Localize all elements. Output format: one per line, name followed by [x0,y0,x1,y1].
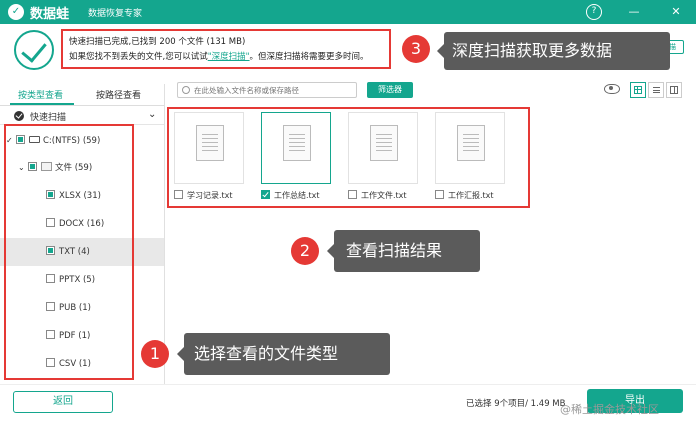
scan-complete-check-icon [14,30,54,70]
watermark: @稀土掘金技术社区 [560,403,659,416]
quick-scan-row[interactable]: 快速扫描 ⌄ [0,107,164,125]
tree-item-drive[interactable]: ✓ C:(NTFS) (59) [6,132,100,150]
tab-by-path[interactable]: 按路径查看 [96,88,141,101]
filter-button[interactable]: 筛选器 [367,82,413,98]
checkbox[interactable] [435,190,444,199]
text-file-icon [196,125,224,161]
deep-scan-link[interactable]: "深度扫描" [208,52,250,62]
active-tab-indicator [10,103,74,105]
checkbox[interactable] [174,190,183,199]
chevron-down-icon[interactable]: ⌄ [148,109,156,120]
tree-item-folder[interactable]: ⌄ 文件 (59) [18,159,92,177]
file-thumbnail[interactable] [174,112,244,184]
annotation-callout-3: 深度扫描获取更多数据 [437,32,670,70]
footer-divider [0,384,696,385]
annotation-callout-1: 选择查看的文件类型 [177,333,390,375]
checkbox[interactable] [46,358,55,367]
tab-by-type[interactable]: 按类型查看 [18,88,63,101]
file-thumbnail[interactable] [261,112,331,184]
tree-item-txt[interactable]: TXT (4) [46,243,90,261]
checkbox[interactable] [46,246,55,255]
file-name: 工作总结.txt [274,191,320,200]
tree-item-docx[interactable]: DOCX (16) [46,215,104,233]
grid-icon [634,86,642,94]
close-icon[interactable]: ✕ [668,4,684,20]
expand-arrow-icon[interactable]: ⌄ [18,159,28,177]
help-icon[interactable]: ? [586,4,602,20]
file-card[interactable]: 工作文件.txt [346,110,422,204]
checkbox[interactable] [46,302,55,311]
scan-result-text: 快速扫描已完成,已找到 200 个文件 (131 MB) [69,37,246,47]
app-name: 数据蛙 [30,7,70,22]
checkbox[interactable] [28,162,37,171]
text-file-icon [283,125,311,161]
grid-view-button[interactable] [630,82,646,98]
back-button[interactable]: 返回 [13,391,113,413]
folder-icon [41,162,52,171]
detail-icon [670,86,678,94]
list-view-button[interactable] [648,82,664,98]
search-box[interactable] [177,82,357,98]
checkbox[interactable] [46,274,55,283]
file-name: 工作文件.txt [361,191,407,200]
eye-icon[interactable] [604,84,620,94]
app-logo-icon: ✓ [8,4,24,20]
search-input[interactable] [194,84,354,96]
file-card[interactable]: 工作总结.txt [259,110,335,204]
title-bar: ✓ 数据蛙 数据恢复专家 ? — ✕ [0,0,696,24]
annotation-callout-2: 查看扫描结果 [327,230,480,272]
annotation-badge-1: 1 [141,340,169,368]
view-tabs: 按类型查看 按路径查看 [0,84,164,106]
checkbox[interactable] [16,135,25,144]
panel-divider [164,84,165,384]
checkbox[interactable] [46,330,55,339]
list-icon [653,87,660,93]
checkbox[interactable] [46,190,55,199]
app-subtitle: 数据恢复专家 [88,9,143,19]
quick-scan-label: 快速扫描 [30,113,67,123]
annotation-badge-3: 3 [402,35,430,63]
checkbox[interactable] [46,218,55,227]
check-circle-icon [14,111,24,121]
file-name: 学习记录.txt [187,191,233,200]
text-file-icon [370,125,398,161]
text-file-icon [457,125,485,161]
minimize-icon[interactable]: — [626,4,642,20]
tree-item-pub[interactable]: PUB (1) [46,299,91,317]
annotation-badge-2: 2 [291,237,319,265]
deep-scan-hint: 如果您找不到丢失的文件,您可以试试"深度扫描"。但深度扫描将需要更多时间。 [69,52,369,62]
file-card[interactable]: 工作汇报.txt [433,110,509,204]
tree-item-csv[interactable]: CSV (1) [46,355,91,373]
expand-arrow-icon[interactable]: ✓ [6,132,16,150]
checkbox[interactable] [261,190,270,199]
tree-item-pdf[interactable]: PDF (1) [46,327,90,345]
checkbox[interactable] [348,190,357,199]
detail-view-button[interactable] [666,82,682,98]
scan-notice: 快速扫描已完成,已找到 200 个文件 (131 MB) 如果您找不到丢失的文件… [61,29,391,69]
file-thumbnail[interactable] [435,112,505,184]
file-card[interactable]: 学习记录.txt [172,110,248,204]
drive-icon [29,136,40,143]
tree-item-pptx[interactable]: PPTX (5) [46,271,95,289]
selection-summary: 已选择 9个项目/ 1.49 MB [466,399,566,409]
file-name: 工作汇报.txt [448,191,494,200]
file-thumbnail[interactable] [348,112,418,184]
search-icon [182,86,190,94]
tree-item-xlsx[interactable]: XLSX (31) [46,187,101,205]
